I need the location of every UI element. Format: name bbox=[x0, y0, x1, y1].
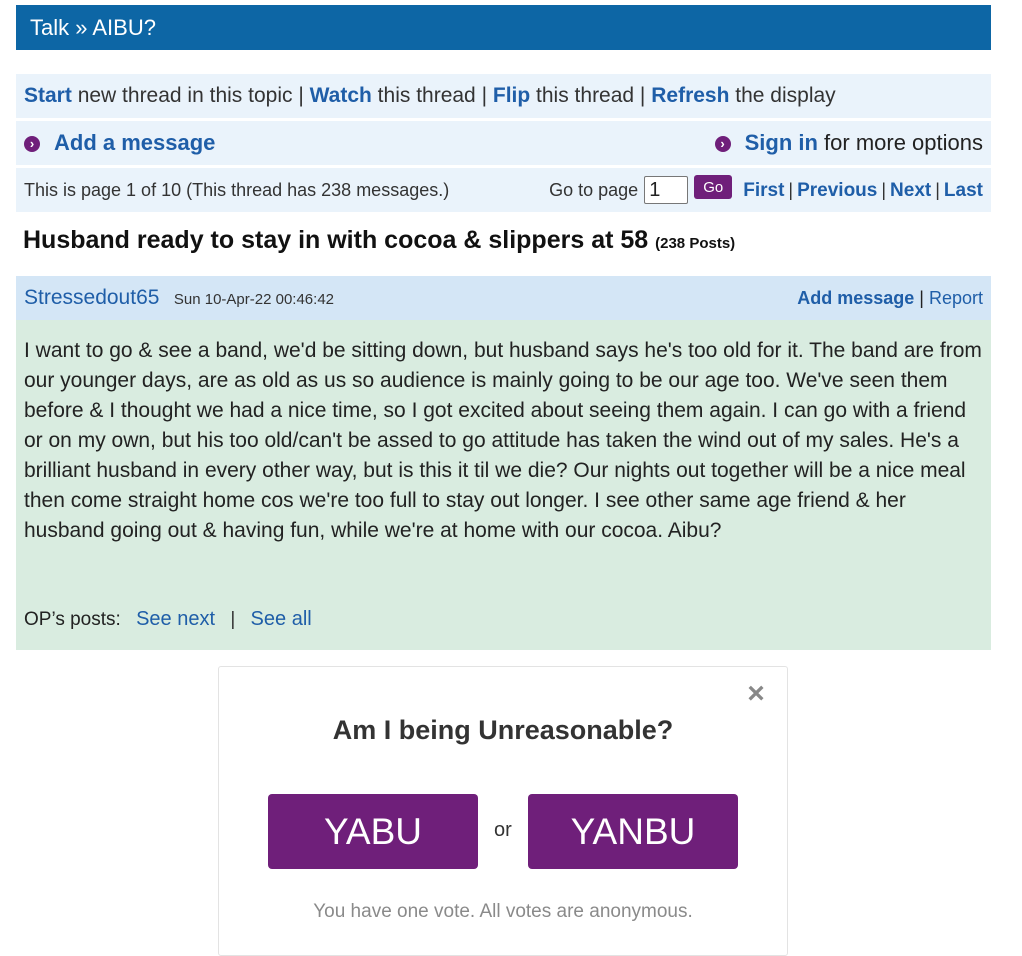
add-message-link[interactable]: Add a message bbox=[54, 130, 215, 155]
pager-sep: | bbox=[788, 180, 794, 200]
pager-sep: | bbox=[935, 180, 940, 200]
poll-or: or bbox=[494, 819, 512, 841]
first-page-link[interactable]: First bbox=[743, 180, 784, 201]
op-posts-sep: | bbox=[230, 609, 236, 630]
yanbu-vote-button[interactable]: YANBU bbox=[528, 794, 738, 869]
report-sep: | bbox=[914, 288, 929, 308]
arrow-right-icon: › bbox=[714, 136, 731, 152]
thread-title-text: Husband ready to stay in with cocoa & sl… bbox=[23, 226, 649, 254]
goto-label: Go to page bbox=[549, 180, 639, 200]
start-thread-link[interactable]: Start bbox=[24, 84, 72, 107]
see-next-link[interactable]: See next bbox=[136, 608, 215, 630]
last-page-link[interactable]: Last bbox=[944, 180, 983, 201]
thread-actions-bar: Start new thread in this topic | Watch t… bbox=[16, 74, 991, 118]
close-icon[interactable]: × bbox=[743, 679, 769, 709]
post-author[interactable]: Stressedout65 bbox=[24, 286, 159, 309]
watch-thread-link[interactable]: Watch bbox=[310, 84, 372, 107]
poll-question: Am I being Unreasonable? bbox=[332, 715, 674, 745]
op-posts-nav: OP’s posts: See next | See all bbox=[24, 608, 312, 631]
aibu-poll: × Am I being Unreasonable? YABU or YANBU… bbox=[218, 666, 788, 956]
thread-title: Husband ready to stay in with cocoa & sl… bbox=[23, 226, 735, 255]
pager-sep: | bbox=[881, 180, 887, 200]
post-count: (238 Posts) bbox=[655, 235, 736, 252]
breadcrumb[interactable]: Talk » AIBU? bbox=[30, 15, 156, 40]
add-message-button[interactable]: Add message bbox=[797, 288, 914, 308]
paging-bar: This is page 1 of 10 (This thread has 23… bbox=[16, 168, 991, 212]
page-number-input[interactable] bbox=[644, 176, 689, 204]
op-posts-label: OP’s posts: bbox=[24, 609, 121, 630]
page-info: This is page 1 of 10 (This thread has 23… bbox=[24, 180, 450, 200]
sign-in-text: for more options bbox=[817, 130, 983, 155]
arrow-right-icon: › bbox=[24, 136, 40, 152]
poll-note: You have one vote. All votes are anonymo… bbox=[313, 901, 693, 922]
post-message: I want to go & see a band, we'd be sitti… bbox=[24, 339, 982, 542]
compose-bar: › Add a message › Sign in for more options bbox=[16, 121, 991, 165]
watch-thread-text: this thread | bbox=[371, 84, 493, 107]
flip-thread-text: this thread | bbox=[530, 84, 652, 107]
go-button[interactable]: Go bbox=[694, 175, 733, 199]
previous-page-link[interactable]: Previous bbox=[797, 180, 877, 201]
post-header: Stressedout65 Sun 10-Apr-22 00:46:42 Add… bbox=[16, 276, 991, 320]
report-link[interactable]: Report bbox=[929, 288, 983, 308]
see-all-link[interactable]: See all bbox=[251, 608, 312, 630]
post-body: I want to go & see a band, we'd be sitti… bbox=[16, 320, 991, 650]
post-date: Sun 10-Apr-22 00:46:42 bbox=[173, 291, 335, 308]
sign-in-link[interactable]: Sign in bbox=[745, 130, 818, 155]
breadcrumb-bar: Talk » AIBU? bbox=[16, 5, 991, 50]
yabu-vote-button[interactable]: YABU bbox=[268, 794, 478, 869]
next-page-link[interactable]: Next bbox=[890, 180, 931, 201]
refresh-text: the display bbox=[729, 84, 836, 107]
start-thread-text: new thread in this topic | bbox=[71, 84, 310, 107]
refresh-link[interactable]: Refresh bbox=[651, 84, 729, 107]
flip-thread-link[interactable]: Flip bbox=[493, 84, 530, 107]
